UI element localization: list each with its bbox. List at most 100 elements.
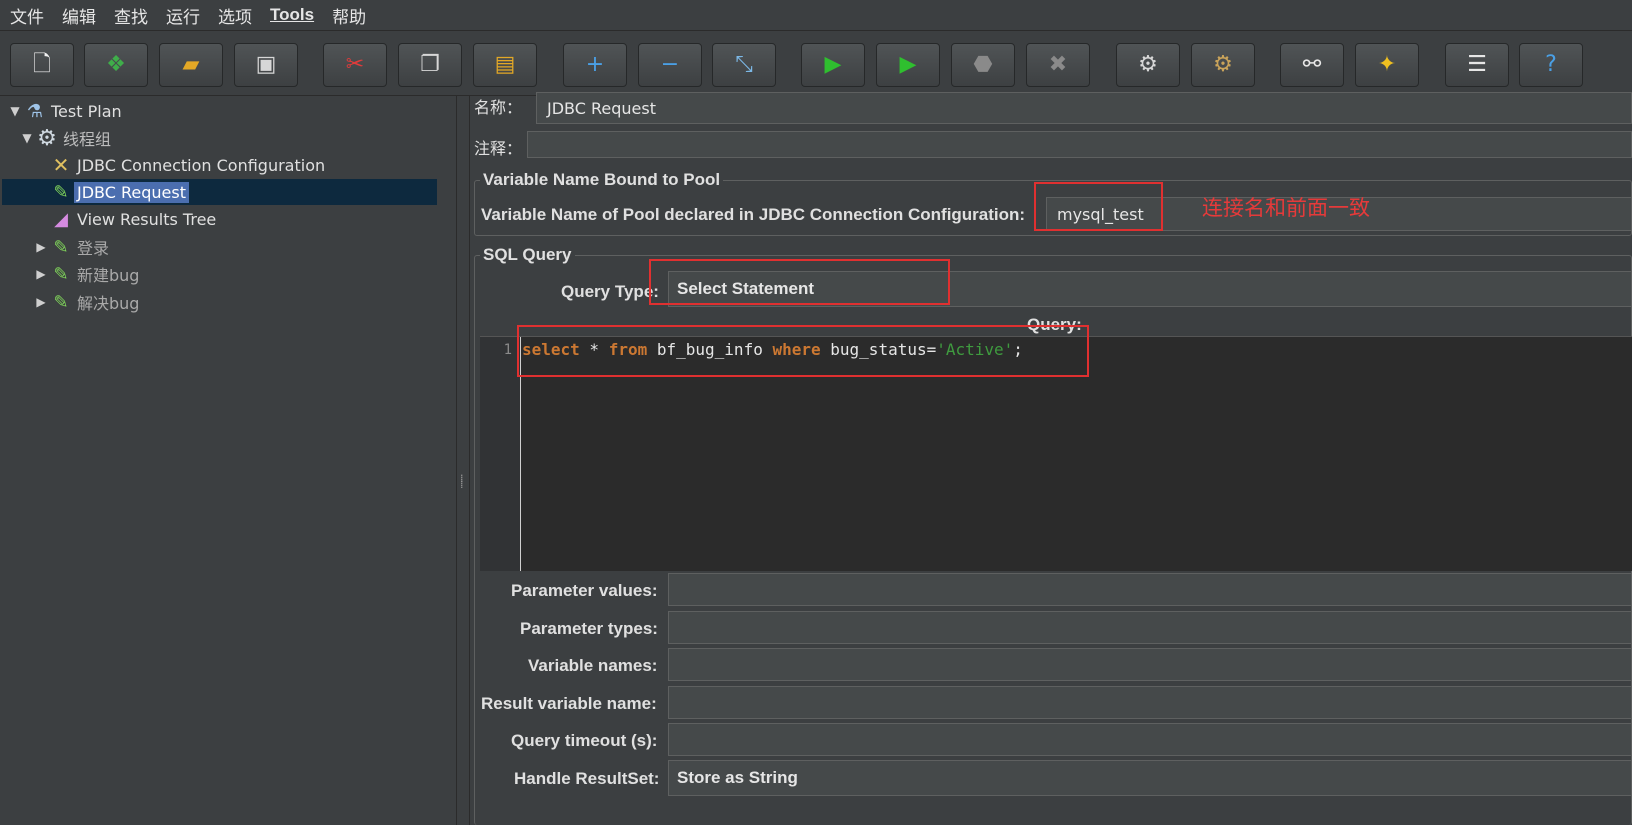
stop-icon: ⬣ [973, 52, 993, 77]
help-button[interactable]: ? [1519, 43, 1583, 87]
split-pane-divider[interactable]: ⁞ ⁞ [456, 96, 470, 825]
menu-file[interactable]: 文件 [10, 3, 44, 28]
tree-item-label: 线程组 [63, 130, 112, 149]
templates-button[interactable]: ❖ [84, 43, 148, 87]
expanded-arrow-icon[interactable]: ▼ [8, 104, 22, 118]
name-field-value: JDBC Request [547, 98, 656, 118]
paste-button[interactable]: ▤ [473, 43, 537, 87]
search-button[interactable]: ⚯ [1280, 43, 1344, 87]
parameter-types-label: Parameter types: [520, 619, 658, 638]
cut-button[interactable]: ✂ [323, 43, 387, 87]
tree-item-view-results-tree[interactable]: ◢ View Results Tree [34, 206, 219, 232]
expand-button[interactable]: + [563, 43, 627, 87]
annotation-box-query [517, 325, 1089, 377]
reset-search-icon: ✦ [1377, 52, 1397, 77]
collapsed-arrow-icon[interactable]: ▶ [34, 267, 48, 281]
sampler-pipette-icon: ✎ [53, 291, 69, 313]
menu-edit[interactable]: 编辑 [62, 3, 96, 28]
start-no-pauses-button[interactable]: ▶ [876, 43, 940, 87]
reset-search-button[interactable]: ✦ [1355, 43, 1419, 87]
start-button[interactable]: ▶ [801, 43, 865, 87]
flask-icon: ⚗ [26, 100, 44, 122]
gear-icon: ⚙ [37, 125, 57, 151]
pool-name-label: Variable Name of Pool declared in JDBC C… [481, 205, 1026, 224]
annotation-text: 连接名和前面一致 [1202, 196, 1370, 220]
save-icon: ▣ [255, 52, 277, 77]
collapse-button[interactable]: − [638, 43, 702, 87]
sampler-pipette-icon: ✎ [53, 236, 69, 258]
tree-item-label: 新建bug [77, 266, 140, 285]
listener-chart-icon: ◢ [54, 208, 68, 230]
shutdown-icon: ✖ [1048, 52, 1068, 77]
test-plan-tree: ▼ ⚗ Test Plan ▼ ⚙ 线程组 ✕ JDBC Connection … [0, 96, 456, 825]
handle-resultset-select[interactable]: Store as String [668, 760, 1632, 796]
parameter-values-label: Parameter values: [511, 581, 658, 600]
parameter-values-field[interactable] [668, 573, 1632, 606]
menu-options[interactable]: 选项 [218, 3, 252, 28]
templates-icon: ❖ [106, 52, 126, 77]
new-button[interactable]: 🗋 [10, 43, 74, 87]
menu-search[interactable]: 查找 [114, 3, 148, 28]
tree-item-login[interactable]: ▶ ✎ 登录 [34, 234, 112, 260]
help-icon: ? [1545, 52, 1557, 77]
name-label: 名称： [474, 98, 523, 117]
tree-item-label: View Results Tree [77, 209, 217, 229]
collapsed-arrow-icon[interactable]: ▶ [34, 240, 48, 254]
clear-all-button[interactable]: ⚙ [1191, 43, 1255, 87]
result-variable-name-label: Result variable name: [481, 694, 657, 713]
tree-item-jdbc-config[interactable]: ✕ JDBC Connection Configuration [34, 152, 328, 178]
handle-resultset-value: Store as String [677, 768, 798, 787]
tree-item-label: JDBC Connection Configuration [77, 155, 326, 175]
new-icon: 🗋 [33, 52, 51, 77]
variable-names-label: Variable names: [528, 656, 658, 675]
sampler-pipette-icon: ✎ [53, 263, 69, 285]
parameter-types-field[interactable] [668, 611, 1632, 644]
pool-legend: Variable Name Bound to Pool [480, 170, 724, 190]
tree-item-label: JDBC Request [74, 181, 189, 203]
query-timeout-field[interactable] [668, 723, 1632, 756]
tree-item-test-plan[interactable]: ▼ ⚗ Test Plan [8, 98, 125, 124]
tree-item-new-bug[interactable]: ▶ ✎ 新建bug [34, 261, 142, 287]
menu-bar: 文件 编辑 查找 运行 选项 Tools 帮助 [0, 0, 1632, 31]
function-helper-button[interactable]: ☰ [1445, 43, 1509, 87]
paste-icon: ▤ [494, 52, 516, 77]
shutdown-button[interactable]: ✖ [1026, 43, 1090, 87]
open-icon: ▰ [182, 52, 200, 77]
expanded-arrow-icon[interactable]: ▼ [20, 131, 34, 145]
drag-grip-icon: ⁞ ⁞ [460, 472, 464, 491]
menu-run[interactable]: 运行 [166, 3, 200, 28]
comment-field[interactable] [527, 131, 1632, 158]
save-button[interactable]: ▣ [234, 43, 298, 87]
start-no-pauses-icon: ▶ [899, 52, 917, 77]
expand-icon: + [585, 52, 605, 77]
clear-all-icon: ⚙ [1213, 52, 1233, 77]
sql-query-legend: SQL Query [480, 245, 575, 265]
tree-item-resolve-bug[interactable]: ▶ ✎ 解决bug [34, 289, 142, 315]
open-button[interactable]: ▰ [159, 43, 223, 87]
tree-item-jdbc-request[interactable]: ✎ JDBC Request [2, 179, 437, 205]
comment-label: 注释： [474, 139, 523, 158]
menu-tools[interactable]: Tools [270, 5, 314, 25]
toolbar: 🗋 ❖ ▰ ▣ ✂ ❐ ▤ + − ⤡ ▶ ▶ ⬣ ✖ ⚙ ⚙ ⚯ ✦ ☰? [0, 31, 1632, 96]
query-type-label: Query Type: [561, 282, 659, 301]
collapsed-arrow-icon[interactable]: ▶ [34, 295, 48, 309]
toggle-button[interactable]: ⤡ [712, 43, 776, 87]
tree-item-label: Test Plan [51, 101, 122, 121]
tree-item-thread-group[interactable]: ▼ ⚙ 线程组 [20, 125, 114, 151]
clear-button[interactable]: ⚙ [1116, 43, 1180, 87]
handle-resultset-label: Handle ResultSet: [514, 769, 660, 788]
tree-item-label: 登录 [77, 239, 110, 258]
collapse-icon: − [660, 52, 680, 77]
copy-button[interactable]: ❐ [398, 43, 462, 87]
menu-help[interactable]: 帮助 [332, 3, 366, 28]
query-timeout-label: Query timeout (s): [511, 731, 658, 750]
search-icon: ⚯ [1302, 52, 1322, 77]
copy-icon: ❐ [420, 52, 440, 77]
cut-icon: ✂ [345, 52, 365, 77]
result-variable-name-field[interactable] [668, 686, 1632, 719]
name-field[interactable]: JDBC Request [536, 92, 1632, 124]
annotation-box-query-type [649, 259, 950, 305]
variable-names-field[interactable] [668, 648, 1632, 681]
line-number-gutter: 1 [480, 337, 521, 571]
stop-button[interactable]: ⬣ [951, 43, 1015, 87]
